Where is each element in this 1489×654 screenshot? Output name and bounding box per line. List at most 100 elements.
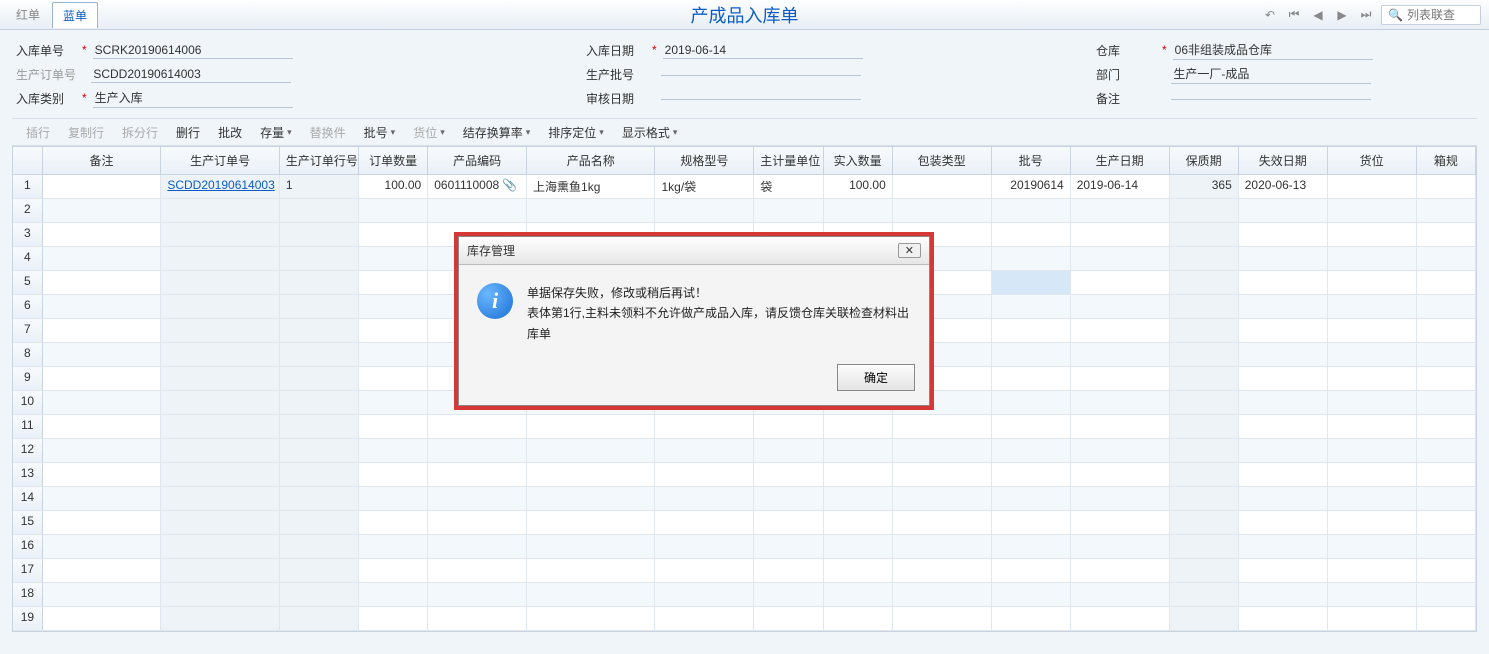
cell[interactable] xyxy=(893,559,992,582)
cell[interactable] xyxy=(893,535,992,558)
col-unit[interactable]: 主计量单位 xyxy=(754,147,823,174)
dialog-titlebar[interactable]: 库存管理 ✕ xyxy=(459,237,929,265)
cell[interactable] xyxy=(655,415,754,438)
col-loc[interactable]: 货位 xyxy=(1328,147,1417,174)
cell[interactable] xyxy=(1239,487,1328,510)
cell[interactable] xyxy=(43,607,162,630)
cell[interactable] xyxy=(1417,535,1476,558)
cell[interactable] xyxy=(893,511,992,534)
col-exp[interactable]: 失效日期 xyxy=(1239,147,1328,174)
cell[interactable] xyxy=(1328,271,1417,294)
cell[interactable] xyxy=(992,511,1071,534)
cell[interactable] xyxy=(893,487,992,510)
cell[interactable] xyxy=(1417,295,1476,318)
cell[interactable] xyxy=(893,607,992,630)
cell[interactable] xyxy=(1239,319,1328,342)
cell[interactable] xyxy=(992,583,1071,606)
cell[interactable] xyxy=(527,511,655,534)
btn-display[interactable]: 显示格式▾ xyxy=(622,124,678,141)
cell[interactable] xyxy=(1071,367,1170,390)
cell[interactable] xyxy=(161,511,280,534)
cell[interactable] xyxy=(824,607,893,630)
cell[interactable] xyxy=(527,415,655,438)
cell[interactable] xyxy=(655,487,754,510)
cell[interactable] xyxy=(655,199,754,222)
cell[interactable] xyxy=(992,535,1071,558)
cell[interactable] xyxy=(1239,511,1328,534)
cell[interactable] xyxy=(824,463,893,486)
cell[interactable] xyxy=(161,607,280,630)
search-box[interactable]: 🔍 xyxy=(1381,5,1481,25)
cell[interactable] xyxy=(1071,583,1170,606)
cell[interactable] xyxy=(43,583,162,606)
cell[interactable] xyxy=(527,199,655,222)
cell[interactable] xyxy=(359,463,428,486)
cell[interactable] xyxy=(161,391,280,414)
col-shelf[interactable]: 保质期 xyxy=(1170,147,1239,174)
cell[interactable] xyxy=(527,535,655,558)
cell[interactable] xyxy=(527,559,655,582)
table-row[interactable]: 19 xyxy=(13,607,1476,631)
cell-remark[interactable] xyxy=(43,175,162,198)
cell[interactable] xyxy=(428,583,527,606)
cell[interactable] xyxy=(992,607,1071,630)
cell[interactable] xyxy=(43,511,162,534)
cell-pack[interactable] xyxy=(893,175,992,198)
btn-copy-row[interactable]: 复制行 xyxy=(68,124,104,141)
cell[interactable] xyxy=(428,535,527,558)
cell[interactable] xyxy=(1071,487,1170,510)
cell[interactable] xyxy=(1239,271,1328,294)
cell[interactable] xyxy=(992,247,1071,270)
cell-batch[interactable]: 20190614 xyxy=(992,175,1071,198)
cell-inqty[interactable]: 100.00 xyxy=(824,175,893,198)
col-remark[interactable]: 备注 xyxy=(43,147,162,174)
cell[interactable] xyxy=(655,535,754,558)
cell[interactable] xyxy=(1328,319,1417,342)
cell[interactable] xyxy=(1328,463,1417,486)
cell[interactable] xyxy=(992,415,1071,438)
last-icon[interactable]: ⏭ xyxy=(1357,6,1375,24)
cell[interactable] xyxy=(161,247,280,270)
prev-icon[interactable]: ◀ xyxy=(1309,6,1327,24)
table-row[interactable]: 15 xyxy=(13,511,1476,535)
cell[interactable] xyxy=(161,583,280,606)
cell[interactable] xyxy=(43,559,162,582)
cell[interactable] xyxy=(359,487,428,510)
table-row[interactable]: 18 xyxy=(13,583,1476,607)
cell[interactable] xyxy=(1417,583,1476,606)
cell[interactable] xyxy=(161,271,280,294)
tab-red[interactable]: 红单 xyxy=(6,2,50,28)
cell[interactable] xyxy=(1071,295,1170,318)
field-dept[interactable]: 生产一厂-成品 xyxy=(1171,64,1371,84)
cell[interactable] xyxy=(359,223,428,246)
table-row[interactable]: 1SCDD201906140031100.000601110008📎上海熏鱼1k… xyxy=(13,175,1476,199)
cell[interactable] xyxy=(161,223,280,246)
field-docno[interactable]: SCRK20190614006 xyxy=(93,42,293,59)
cell[interactable] xyxy=(161,343,280,366)
cell[interactable] xyxy=(43,223,162,246)
search-input[interactable] xyxy=(1407,8,1477,22)
cell[interactable] xyxy=(1328,583,1417,606)
cell[interactable] xyxy=(1417,343,1476,366)
cell[interactable] xyxy=(161,319,280,342)
cell[interactable] xyxy=(1417,271,1476,294)
table-row[interactable]: 13 xyxy=(13,463,1476,487)
cell[interactable] xyxy=(1328,511,1417,534)
cell[interactable] xyxy=(43,271,162,294)
cell-unit[interactable]: 袋 xyxy=(754,175,823,198)
cell[interactable] xyxy=(428,199,527,222)
cell[interactable] xyxy=(992,463,1071,486)
cell[interactable] xyxy=(992,271,1071,294)
field-warehouse[interactable]: 06非组装成品仓库 xyxy=(1173,40,1373,60)
cell[interactable] xyxy=(359,511,428,534)
cell[interactable] xyxy=(1328,223,1417,246)
cell[interactable] xyxy=(1239,415,1328,438)
cell[interactable] xyxy=(824,439,893,462)
cell[interactable] xyxy=(1239,199,1328,222)
cell[interactable] xyxy=(992,295,1071,318)
cell[interactable] xyxy=(428,559,527,582)
cell[interactable] xyxy=(161,559,280,582)
btn-stock[interactable]: 存量▾ xyxy=(260,124,292,141)
cell[interactable] xyxy=(893,463,992,486)
cell[interactable] xyxy=(1417,247,1476,270)
